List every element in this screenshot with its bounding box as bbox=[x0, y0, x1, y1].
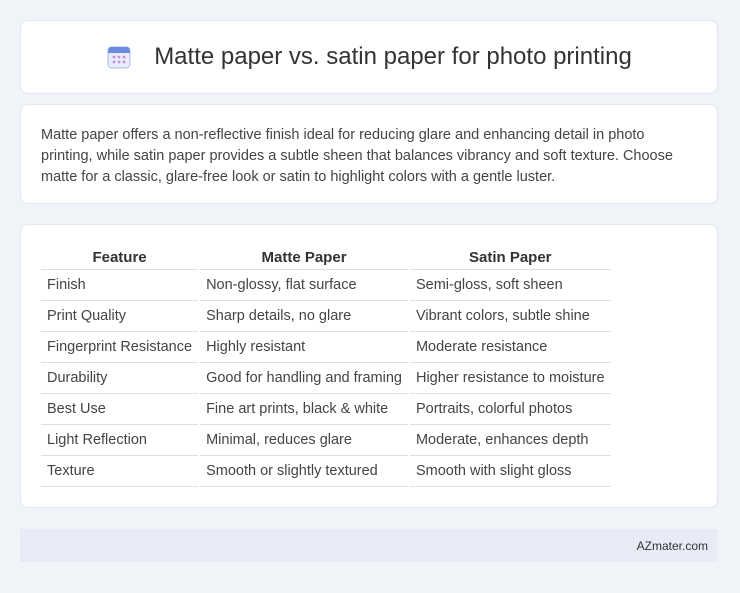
footer: AZmater.com bbox=[20, 529, 718, 562]
title-card: Matte paper vs. satin paper for photo pr… bbox=[20, 20, 718, 94]
table-cell: Vibrant colors, subtle shine bbox=[409, 300, 611, 331]
table-cell: Finish bbox=[41, 269, 199, 300]
page-title: Matte paper vs. satin paper for photo pr… bbox=[154, 43, 632, 70]
column-header-feature: Feature bbox=[92, 248, 147, 266]
table-row: Durability Good for handling and framing… bbox=[41, 362, 611, 393]
comparison-table-card: Feature Matte Paper Satin Paper Finish N… bbox=[20, 224, 718, 508]
table-cell: Moderate resistance bbox=[409, 331, 611, 362]
table-row: Best Use Fine art prints, black & white … bbox=[41, 393, 611, 424]
table-cell: Texture bbox=[41, 455, 199, 487]
table-row: Light Reflection Minimal, reduces glare … bbox=[41, 424, 611, 455]
table-row: Fingerprint Resistance Highly resistant … bbox=[41, 331, 611, 362]
table-row: Finish Non-glossy, flat surface Semi-glo… bbox=[41, 269, 611, 300]
calendar-icon bbox=[106, 44, 132, 70]
table-cell: Fingerprint Resistance bbox=[41, 331, 199, 362]
table-cell: Non-glossy, flat surface bbox=[200, 269, 408, 300]
table-cell: Print Quality bbox=[41, 300, 199, 331]
table-cell: Good for handling and framing bbox=[200, 362, 408, 393]
table-cell: Portraits, colorful photos bbox=[409, 393, 611, 424]
table-row: Print Quality Sharp details, no glare Vi… bbox=[41, 300, 611, 331]
column-header-satin: Satin Paper bbox=[468, 248, 552, 266]
table-header-row: Feature Matte Paper Satin Paper bbox=[41, 247, 611, 269]
table-cell: Smooth or slightly textured bbox=[200, 455, 408, 487]
comparison-table: Feature Matte Paper Satin Paper Finish N… bbox=[39, 247, 613, 487]
table-cell: Durability bbox=[41, 362, 199, 393]
table-cell: Smooth with slight gloss bbox=[409, 455, 611, 487]
intro-text: Matte paper offers a non-reflective fini… bbox=[41, 127, 673, 185]
table-row: Texture Smooth or slightly textured Smoo… bbox=[41, 455, 611, 487]
table-cell: Minimal, reduces glare bbox=[200, 424, 408, 455]
table-cell: Sharp details, no glare bbox=[200, 300, 408, 331]
table-cell: Fine art prints, black & white bbox=[200, 393, 408, 424]
table-cell: Highly resistant bbox=[200, 331, 408, 362]
table-cell: Moderate, enhances depth bbox=[409, 424, 611, 455]
table-cell: Higher resistance to moisture bbox=[409, 362, 611, 393]
intro-card: Matte paper offers a non-reflective fini… bbox=[20, 104, 718, 204]
table-cell: Semi-gloss, soft sheen bbox=[409, 269, 611, 300]
footer-brand[interactable]: AZmater.com bbox=[637, 539, 708, 553]
table-cell: Light Reflection bbox=[41, 424, 199, 455]
table-cell: Best Use bbox=[41, 393, 199, 424]
column-header-matte: Matte Paper bbox=[261, 248, 347, 266]
